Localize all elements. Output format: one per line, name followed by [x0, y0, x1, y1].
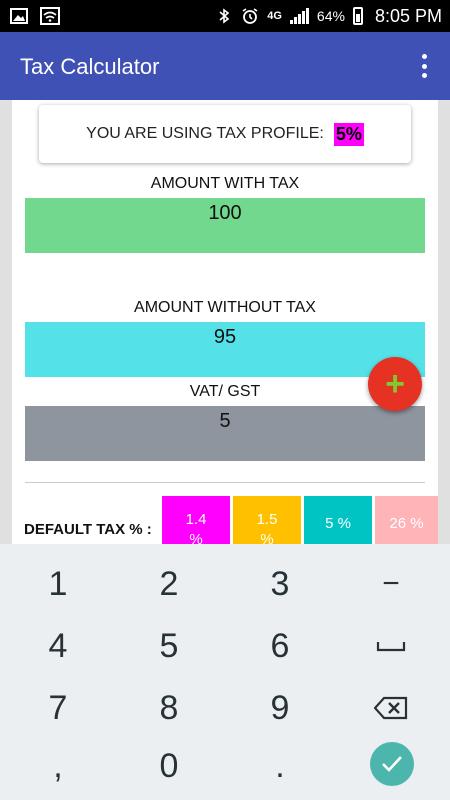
tax-chip-2[interactable]: 1.5 % — [233, 496, 301, 544]
key-comma[interactable]: , — [3, 736, 113, 796]
done-button[interactable] — [370, 742, 414, 786]
backspace-icon — [374, 696, 408, 720]
status-bar: 4G 64% 8:05 PM — [0, 0, 450, 32]
tax-profile-value: 5% — [333, 122, 364, 146]
overflow-menu-icon[interactable] — [422, 54, 428, 78]
vat-gst-input[interactable]: 5 — [25, 406, 425, 461]
key-9[interactable]: 9 — [225, 678, 335, 738]
key-period[interactable]: . — [225, 736, 335, 796]
key-7[interactable]: 7 — [3, 678, 113, 738]
key-4[interactable]: 4 — [3, 616, 113, 676]
tax-chip-4[interactable]: 26 % — [375, 496, 438, 544]
key-minus[interactable]: − — [336, 554, 446, 614]
key-6[interactable]: 6 — [225, 616, 335, 676]
numeric-keyboard: 1 2 3 − 4 5 6 7 8 9 , 0 . — [0, 544, 450, 800]
tax-profile-label: YOU ARE USING TAX PROFILE: — [86, 125, 324, 142]
battery-icon — [352, 7, 363, 25]
clock: 8:05 PM — [374, 5, 442, 26]
default-tax-label: DEFAULT TAX % : — [24, 521, 152, 538]
network-type: 4G — [267, 9, 282, 22]
key-backspace[interactable] — [336, 678, 446, 738]
app-bar: Tax Calculator — [0, 32, 450, 100]
battery-percent: 64% — [316, 8, 345, 24]
key-2[interactable]: 2 — [114, 554, 224, 614]
key-5[interactable]: 5 — [114, 616, 224, 676]
key-0[interactable]: 0 — [114, 736, 224, 796]
key-8[interactable]: 8 — [114, 678, 224, 738]
signal-icon — [289, 8, 309, 24]
wifi-icon — [40, 7, 60, 25]
tax-chip-1[interactable]: 1.4 % — [162, 496, 230, 544]
amount-with-tax-label: AMOUNT WITH TAX — [150, 175, 300, 192]
app-title: Tax Calculator — [20, 54, 160, 79]
amount-without-tax-label: AMOUNT WITHOUT TAX — [134, 299, 316, 316]
space-icon — [376, 642, 406, 652]
alarm-icon — [242, 8, 258, 24]
key-3[interactable]: 3 — [225, 554, 335, 614]
amount-without-tax-input[interactable]: 95 — [25, 322, 425, 377]
add-button[interactable]: + — [368, 357, 422, 411]
divider — [25, 482, 425, 483]
tax-chip-3[interactable]: 5 % — [304, 496, 372, 544]
amount-with-tax-input[interactable]: 100 — [25, 198, 425, 253]
add-icon: + — [385, 365, 405, 403]
tax-profile-card[interactable]: YOU ARE USING TAX PROFILE: 5% — [39, 105, 411, 163]
image-icon — [10, 8, 28, 24]
key-1[interactable]: 1 — [3, 554, 113, 614]
key-space[interactable] — [336, 616, 446, 676]
bluetooth-icon — [219, 8, 230, 24]
check-icon — [382, 756, 402, 772]
